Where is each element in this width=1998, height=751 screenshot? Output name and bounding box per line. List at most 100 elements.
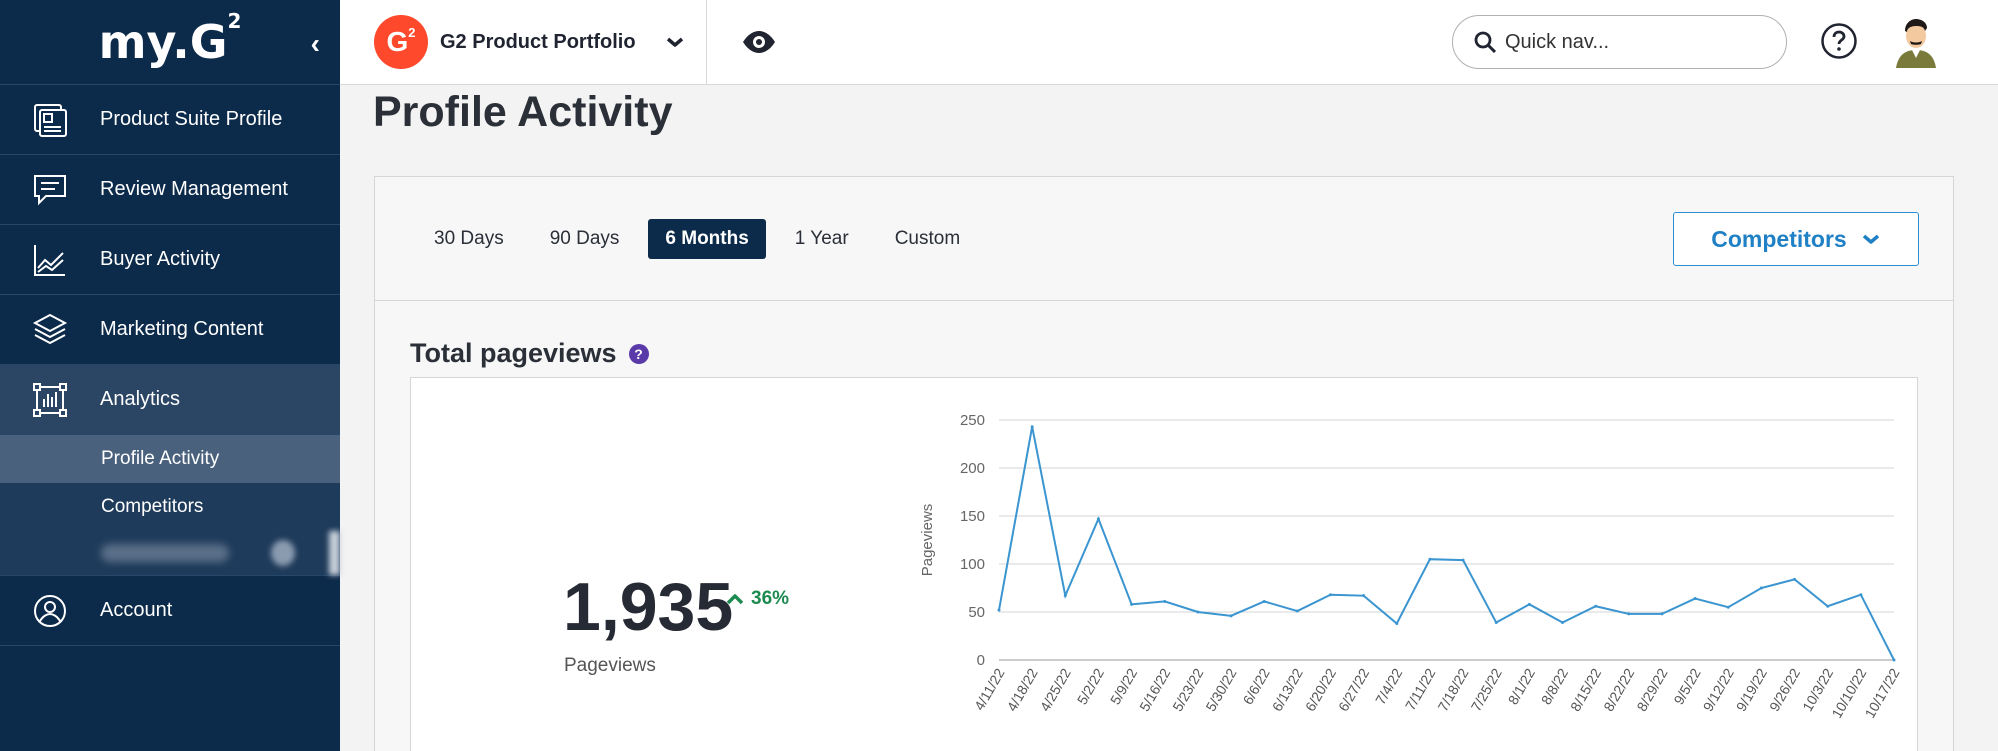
data-point [1826, 604, 1830, 608]
logo-text: my.G [98, 15, 228, 69]
x-tick-label: 9/19/22 [1733, 665, 1770, 714]
user-circle-icon [0, 593, 100, 629]
logo-row: my.G2 ‹ [0, 0, 340, 85]
sidebar-item-product-suite-profile[interactable]: Product Suite Profile [0, 85, 340, 155]
sidebar: my.G2 ‹ Product Suite Profile Review Man… [0, 0, 340, 751]
x-tick-label: 9/5/22 [1670, 665, 1703, 707]
x-tick-label: 5/16/22 [1136, 665, 1173, 714]
range-tab-30-days[interactable]: 30 Days [417, 219, 521, 259]
collapse-sidebar-icon[interactable]: ‹ [311, 28, 320, 60]
sidebar-item-label: Analytics [100, 388, 181, 410]
x-tick-label: 5/2/22 [1074, 665, 1107, 707]
x-tick-label: 6/6/22 [1239, 665, 1272, 707]
sidebar-item-label: Account [100, 599, 173, 621]
data-point [1527, 602, 1531, 606]
badge-letter: G [386, 26, 409, 57]
sidebar-item-label: Product Suite Profile [100, 108, 283, 130]
logo-sup: 2 [227, 8, 242, 33]
data-point [1892, 658, 1896, 662]
data-point [1030, 425, 1034, 429]
product-selector[interactable]: G2 G2 Product Portfolio [340, 0, 707, 85]
sidebar-item-label: Review Management [100, 178, 288, 200]
g2-logo-icon: G2 [374, 15, 428, 69]
data-point [997, 608, 1001, 612]
search-input[interactable] [1505, 30, 1765, 54]
sidebar-item-marketing-content[interactable]: Marketing Content [0, 295, 340, 365]
product-name: G2 Product Portfolio [440, 30, 636, 53]
sidebar-item-review-management[interactable]: Review Management [0, 155, 340, 225]
data-point [1594, 604, 1598, 608]
chevron-down-icon [666, 37, 683, 47]
quick-nav-search[interactable] [1452, 15, 1787, 69]
x-tick-label: 4/11/22 [971, 665, 1008, 713]
trend-chart-icon [0, 242, 100, 278]
sidebar-item-account[interactable]: Account [0, 576, 340, 646]
competitors-label: Competitors [1711, 225, 1847, 252]
data-point [1395, 622, 1399, 626]
y-tick-label: 150 [960, 508, 985, 525]
app-logo[interactable]: my.G2 [98, 9, 242, 69]
range-tab-1-year[interactable]: 1 Year [778, 219, 866, 259]
x-tick-label: 5/23/22 [1169, 665, 1206, 714]
badge-sup: 2 [408, 24, 416, 40]
y-tick-label: 200 [960, 460, 985, 477]
avatar[interactable] [1890, 14, 1942, 68]
range-tab-custom[interactable]: Custom [878, 219, 977, 259]
y-axis-label: Pageviews [919, 504, 936, 577]
data-point [1362, 594, 1366, 598]
x-tick-label: 7/4/22 [1372, 665, 1405, 707]
x-tick-label: 7/11/22 [1402, 665, 1439, 713]
sidebar-subitem-redacted[interactable] [0, 531, 340, 575]
data-point [1262, 599, 1266, 603]
profile-icon [0, 102, 100, 138]
help-icon[interactable] [1820, 22, 1858, 60]
data-point [1793, 577, 1797, 581]
data-point [1163, 599, 1167, 603]
info-icon[interactable]: ? [628, 343, 649, 364]
layers-icon [0, 312, 100, 348]
data-point [1229, 614, 1233, 618]
sidebar-item-analytics[interactable]: Analytics [0, 365, 340, 435]
analytics-subnav: Profile Activity Competitors [0, 435, 340, 576]
y-tick-label: 0 [977, 652, 985, 669]
y-tick-label: 250 [960, 412, 985, 429]
redacted-edge [329, 531, 340, 575]
x-tick-label: 7/18/22 [1434, 665, 1471, 714]
data-point [1693, 597, 1697, 601]
pageviews-panel: 1,935 36% Pageviews 0 50 100 150 200 250 Pagev… [410, 377, 1918, 751]
profile-activity-card: 30 Days 90 Days 6 Months 1 Year Custom C… [374, 176, 1954, 751]
sidebar-subitem-competitors[interactable]: Competitors [0, 483, 340, 531]
y-tick-label: 100 [960, 556, 985, 573]
x-tick-label: 5/30/22 [1202, 665, 1239, 714]
range-tab-6-months[interactable]: 6 Months [648, 219, 766, 259]
pageviews-line-chart: 0 50 100 150 200 250 Pageviews 4/11/224/18/224/… [919, 412, 1903, 721]
sidebar-subitem-profile-activity[interactable]: Profile Activity [0, 435, 340, 483]
x-tick-label: 8/1/22 [1505, 665, 1538, 707]
pageviews-series-line [998, 426, 1895, 661]
x-tick-label: 6/20/22 [1302, 665, 1339, 714]
search-icon [1474, 31, 1497, 54]
section-title: Total pageviews ? [410, 338, 649, 369]
x-tick-label: 4/25/22 [1037, 665, 1074, 714]
data-point [1561, 621, 1565, 625]
section-title-text: Total pageviews [410, 338, 617, 368]
range-tab-90-days[interactable]: 90 Days [533, 219, 637, 259]
data-point [1759, 586, 1763, 590]
page-title: Profile Activity [373, 88, 673, 136]
data-point [1494, 621, 1498, 625]
x-tick-label: 6/13/22 [1269, 665, 1306, 714]
redacted-label [101, 544, 230, 562]
x-tick-label: 9/12/22 [1700, 665, 1737, 714]
competitors-dropdown-button[interactable]: Competitors [1673, 212, 1919, 266]
review-chat-icon [0, 172, 100, 208]
x-tick-label: 7/25/22 [1468, 665, 1505, 714]
data-point [1196, 610, 1200, 614]
data-point [1726, 605, 1730, 609]
x-tick-label: 8/29/22 [1633, 665, 1670, 714]
sidebar-item-label: Buyer Activity [100, 248, 221, 270]
data-point [1859, 593, 1863, 597]
eye-icon[interactable] [741, 24, 777, 60]
analytics-icon [0, 382, 100, 418]
x-tick-label: 8/8/22 [1538, 665, 1571, 707]
sidebar-item-buyer-activity[interactable]: Buyer Activity [0, 225, 340, 295]
